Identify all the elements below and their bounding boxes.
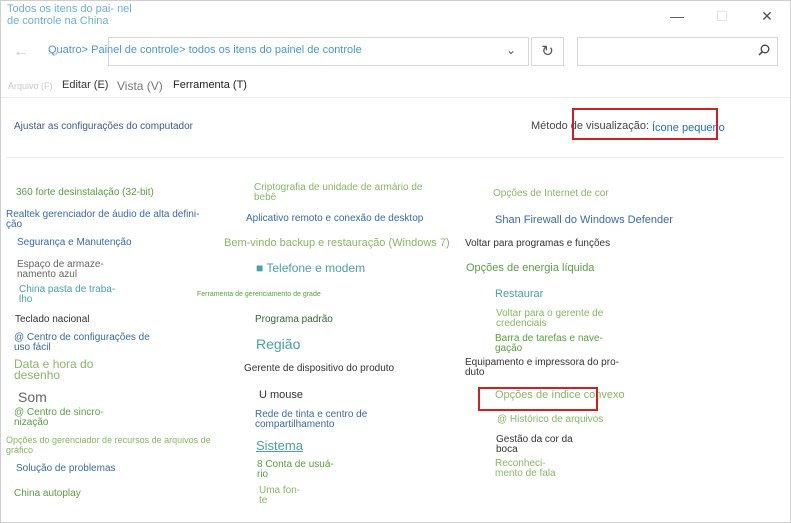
item-storage-spaces[interactable]: Espaço de armaze- namento azul: [17, 260, 117, 280]
item-windows-firewall[interactable]: Shan Firewall do Windows Defender: [495, 215, 673, 226]
minimize-button[interactable]: —: [667, 7, 687, 25]
page-title: Ajustar as configurações do computador: [14, 121, 193, 132]
chevron-down-icon[interactable]: ⌄: [506, 43, 516, 57]
menu-file[interactable]: Arquivo (F): [8, 81, 53, 91]
item-device-manager[interactable]: Gerente de dispositivo do produto: [244, 364, 394, 374]
window-title: Todos os itens do pai- nel de controle n…: [7, 3, 132, 27]
item-grid-management-tool[interactable]: Ferramenta de gerenciamento de grade: [197, 290, 321, 300]
item-user-accounts[interactable]: 8 Conta de usuá- rio: [257, 460, 347, 480]
item-color-management[interactable]: Gestão da cor da boca: [496, 435, 586, 455]
item-sync-center[interactable]: @ Centro de sincro- nização: [14, 408, 114, 428]
item-mouse[interactable]: U mouse: [259, 390, 303, 401]
maximize-button[interactable]: ☐: [712, 7, 732, 25]
item-speech-recognition[interactable]: Reconheci- mento de fala: [495, 459, 565, 479]
item-taskbar-navigation[interactable]: Barra de tarefas e nave- gação: [495, 334, 615, 354]
highlight-box: [478, 387, 598, 411]
item-backup-restore[interactable]: Bem-vindo backup e restauração (Windows …: [224, 238, 450, 249]
item-troubleshooting[interactable]: Solução de problemas: [16, 464, 116, 474]
highlight-box: [572, 108, 718, 140]
control-panel-window: Todos os itens do pai- nel de controle n…: [0, 0, 791, 523]
item-system[interactable]: Sistema: [256, 439, 303, 453]
back-arrow-icon[interactable]: ←: [13, 43, 29, 61]
item-autoplay[interactable]: China autoplay: [14, 489, 81, 499]
toolbar-divider: [1, 97, 790, 98]
menu-tools[interactable]: Ferramenta (T): [173, 79, 247, 91]
item-ease-of-access[interactable]: @ Centro de configurações de uso fácil: [14, 333, 164, 353]
item-360-uninstall[interactable]: 360 forte desinstalação (32-bit): [16, 188, 154, 198]
item-region[interactable]: Região: [256, 337, 300, 351]
item-keyboard[interactable]: Teclado nacional: [15, 315, 90, 325]
close-button[interactable]: ✕: [757, 7, 777, 25]
item-work-folders[interactable]: China pasta de traba- lho: [19, 285, 129, 305]
item-default-programs[interactable]: Programa padrão: [255, 315, 333, 325]
item-file-history[interactable]: @ Histórico de arquivos: [497, 415, 603, 425]
item-internet-options[interactable]: Opções de Internet de cor: [493, 189, 609, 199]
item-file-explorer-options[interactable]: Opções do gerenciador de recursos de arq…: [6, 435, 216, 455]
header-separator: [6, 157, 784, 158]
item-remoteapp[interactable]: Aplicativo remoto e conexão de desktop: [246, 214, 423, 224]
item-programs-features[interactable]: Voltar para programas e funções: [465, 239, 610, 249]
item-recovery[interactable]: Restaurar: [495, 289, 543, 300]
search-input[interactable]: [577, 37, 778, 66]
refresh-button[interactable]: ↻: [531, 37, 564, 66]
item-devices-printers[interactable]: Equipamento e impressora do pro- duto: [465, 358, 635, 378]
item-sound[interactable]: Som: [18, 390, 47, 404]
item-power-options[interactable]: Opções de energia líquida: [466, 263, 594, 274]
item-fonts[interactable]: Uma fon- te: [259, 486, 309, 506]
menu-edit[interactable]: Editar (E): [62, 79, 108, 91]
search-icon[interactable]: [758, 44, 770, 56]
item-network-sharing-center[interactable]: Rede de tinta e centro de compartilhamen…: [255, 410, 385, 430]
item-security-maintenance[interactable]: Segurança e Manutenção: [17, 238, 132, 248]
item-realtek-audio[interactable]: Realtek gerenciador de áudio de alta def…: [6, 210, 216, 230]
menu-view[interactable]: Vista (V): [117, 79, 163, 93]
breadcrumb[interactable]: Quatro> Painel de controle> todos os ite…: [48, 44, 362, 56]
item-date-time[interactable]: Data e hora do desenho: [14, 358, 114, 381]
item-bitlocker[interactable]: Criptografia de unidade de armário de be…: [254, 183, 439, 203]
item-credential-manager[interactable]: Voltar para o gerente de credenciais: [496, 309, 606, 329]
item-phone-modem[interactable]: ■ Telefone e modem: [256, 262, 365, 274]
